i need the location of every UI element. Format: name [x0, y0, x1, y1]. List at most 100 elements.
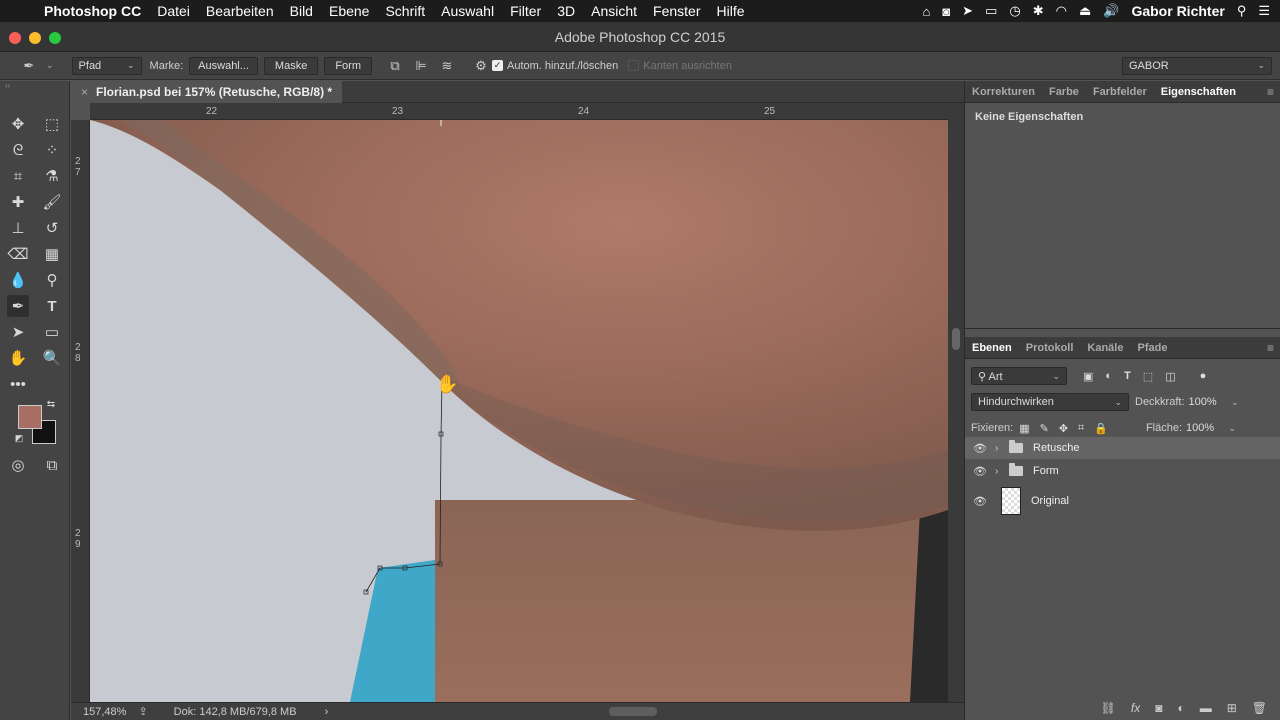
menu-auswahl[interactable]: Auswahl	[441, 3, 494, 19]
adjustment-layer-icon[interactable]: ◐	[1177, 701, 1184, 715]
volume-icon[interactable]: 🔊	[1103, 3, 1119, 19]
maske-button[interactable]: Maske	[263, 56, 319, 75]
layer-filter-select[interactable]: ⚲ Art ⌄	[971, 367, 1067, 385]
opacity-field[interactable]: 100% ⌄	[1189, 393, 1245, 411]
eject-icon[interactable]: ⏏	[1079, 3, 1091, 19]
path-selection-tool-icon[interactable]: ➤	[7, 321, 29, 343]
brush-tool-icon[interactable]: 🖌	[41, 191, 63, 213]
vertical-scrollbar[interactable]	[948, 103, 964, 702]
status-menu-chevron-icon[interactable]: ›	[325, 706, 329, 718]
layer-name[interactable]: Form	[1033, 465, 1059, 477]
align-edges-checkbox[interactable]	[628, 60, 640, 71]
menu-datei[interactable]: Datei	[157, 3, 190, 19]
home-icon[interactable]: ⌂	[922, 4, 930, 19]
filter-smart-object-icon[interactable]: ◫	[1165, 370, 1175, 383]
share-icon[interactable]: ⇪	[138, 705, 147, 718]
panel-menu-icon[interactable]: ≡	[1267, 341, 1274, 355]
layer-name[interactable]: Retusche	[1033, 442, 1079, 454]
eyedropper-tool-icon[interactable]: ⚗	[41, 165, 63, 187]
collapse-toolbar-icon[interactable]: ‹‹	[0, 81, 69, 93]
eye-icon[interactable]: 👁	[965, 465, 995, 478]
preset-chevron-down-icon[interactable]: ⌄	[46, 60, 54, 71]
swap-colors-icon[interactable]: ⇆	[44, 397, 58, 411]
spotlight-search-icon[interactable]: ⚲	[1237, 3, 1247, 19]
scrollbar-thumb[interactable]	[952, 328, 960, 350]
panel-menu-icon[interactable]: ≡	[1267, 85, 1274, 99]
chevron-right-icon[interactable]: ›	[995, 466, 1009, 477]
new-group-icon[interactable]: ▬	[1200, 701, 1212, 715]
mode-select[interactable]: Pfad ⌄	[71, 56, 142, 75]
lock-position-icon[interactable]: ✥	[1059, 422, 1068, 435]
gear-icon[interactable]: ⚙	[472, 57, 490, 75]
menu-ansicht[interactable]: Ansicht	[591, 3, 637, 19]
tab-pfade[interactable]: Pfade	[1130, 342, 1174, 354]
tab-kanaele[interactable]: Kanäle	[1080, 342, 1130, 354]
menu-fenster[interactable]: Fenster	[653, 3, 700, 19]
pen-tool-preset-icon[interactable]: ✒	[20, 57, 38, 75]
add-mask-icon[interactable]: ◙	[1155, 701, 1162, 715]
tab-farbe[interactable]: Farbe	[1042, 86, 1086, 98]
auswahl-button[interactable]: Auswahl...	[189, 56, 258, 75]
horizontal-scrollbar-thumb[interactable]	[609, 707, 657, 716]
notification-center-icon[interactable]: ☰	[1258, 3, 1270, 19]
quick-selection-tool-icon[interactable]: ⁘	[41, 139, 63, 161]
menu-bearbeiten[interactable]: Bearbeiten	[206, 3, 274, 19]
path-arrangement-icon[interactable]: ≋	[438, 57, 456, 75]
new-layer-icon[interactable]: ⊞	[1227, 701, 1237, 715]
document-tab[interactable]: × Florian.psd bei 157% (Retusche, RGB/8)…	[71, 80, 343, 103]
blend-mode-select[interactable]: Hindurchwirken ⌄	[971, 393, 1129, 411]
menu-hilfe[interactable]: Hilfe	[717, 3, 745, 19]
tab-korrekturen[interactable]: Korrekturen	[965, 86, 1042, 98]
arrow-icon[interactable]: ➤	[962, 3, 973, 19]
type-tool-icon[interactable]: T	[41, 295, 63, 317]
lock-image-icon[interactable]: ✎	[1040, 422, 1049, 435]
tab-ebenen[interactable]: Ebenen	[965, 342, 1019, 354]
bluetooth-icon[interactable]: ✱	[1033, 3, 1044, 19]
auto-add-delete-checkbox[interactable]: ✓	[492, 60, 503, 71]
menu-ebene[interactable]: Ebene	[329, 3, 369, 19]
rectangle-tool-icon[interactable]: ▭	[41, 321, 63, 343]
form-button[interactable]: Form	[324, 56, 372, 75]
menu-app-name[interactable]: Photoshop CC	[44, 3, 141, 19]
wifi-icon[interactable]: ◠	[1056, 3, 1067, 19]
close-window-button[interactable]	[9, 32, 21, 44]
menu-schrift[interactable]: Schrift	[385, 3, 425, 19]
workspace-select[interactable]: GABOR ⌄	[1122, 56, 1272, 75]
status-icon[interactable]: ◙	[942, 4, 950, 19]
layer-name[interactable]: Original	[1031, 495, 1069, 507]
blur-tool-icon[interactable]: 💧	[7, 269, 29, 291]
fx-icon[interactable]: fx	[1131, 701, 1140, 715]
tab-farbfelder[interactable]: Farbfelder	[1086, 86, 1154, 98]
lasso-tool-icon[interactable]: ᘓ	[7, 139, 29, 161]
default-colors-icon[interactable]: ◩	[12, 431, 26, 445]
minimize-window-button[interactable]	[29, 32, 41, 44]
link-layers-icon[interactable]: ⛓	[1101, 701, 1116, 715]
screen-mode-icon[interactable]: ⧉	[41, 454, 63, 476]
lock-transparent-icon[interactable]: ▦	[1019, 422, 1029, 435]
trash-icon[interactable]: 🗑	[1252, 701, 1267, 715]
filter-type-icon[interactable]: T	[1124, 370, 1131, 382]
filter-pixel-icon[interactable]: ▣	[1083, 370, 1093, 383]
chevron-right-icon[interactable]: ›	[995, 443, 1009, 454]
zoom-level[interactable]: 157,48%	[83, 706, 126, 718]
zoom-window-button[interactable]	[49, 32, 61, 44]
user-name[interactable]: Gabor Richter	[1131, 3, 1224, 19]
path-operations-icon[interactable]: ⧉	[386, 57, 404, 75]
healing-brush-tool-icon[interactable]: ✚	[7, 191, 29, 213]
filter-toggle-icon[interactable]: ●	[1200, 370, 1207, 382]
hand-tool-icon[interactable]: ✋	[7, 347, 29, 369]
more-tools-icon[interactable]: •••	[7, 373, 29, 395]
time-machine-icon[interactable]: ◷	[1009, 3, 1020, 19]
crop-tool-icon[interactable]: ⌗	[7, 165, 29, 187]
eye-icon[interactable]: 👁	[965, 495, 995, 508]
eye-icon[interactable]: 👁	[965, 442, 995, 455]
gradient-tool-icon[interactable]: ▦	[41, 243, 63, 265]
path-alignment-icon[interactable]: ⊫	[412, 57, 430, 75]
clone-stamp-tool-icon[interactable]: ⊥	[7, 217, 29, 239]
zoom-tool-icon[interactable]: 🔍	[41, 347, 63, 369]
quick-mask-icon[interactable]: ◎	[7, 454, 29, 476]
history-brush-tool-icon[interactable]: ↺	[41, 217, 63, 239]
document-canvas[interactable]: ✋	[90, 120, 948, 702]
close-document-icon[interactable]: ×	[81, 85, 88, 99]
lock-artboard-icon[interactable]: ⌗	[1078, 422, 1084, 435]
